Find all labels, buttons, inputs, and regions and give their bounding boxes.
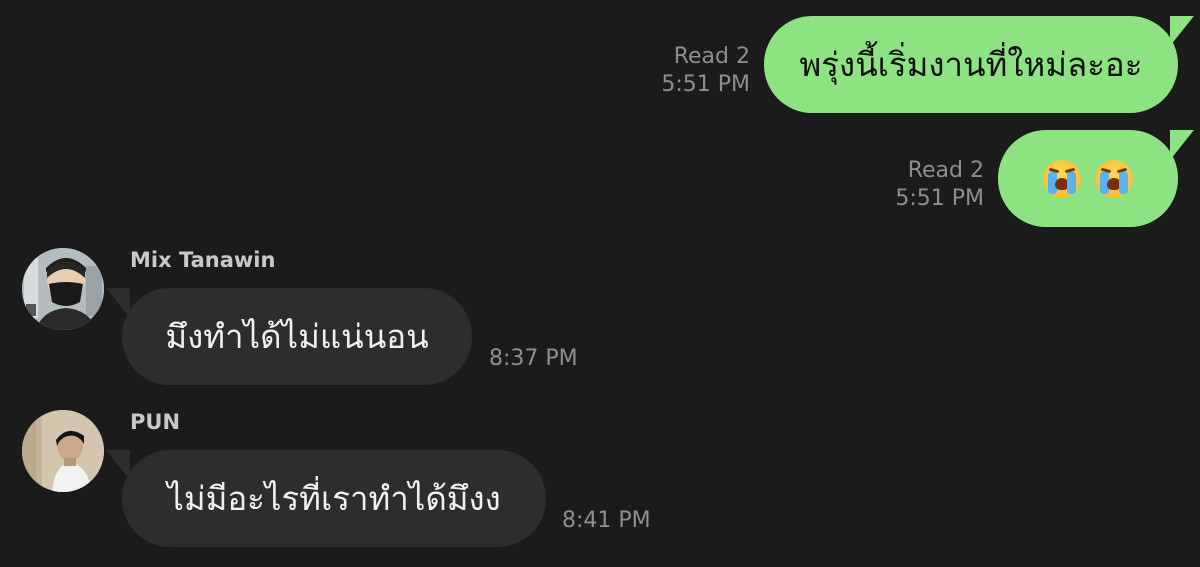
message-text: มึงทำได้ไม่แน่นอน (165, 317, 429, 356)
message-meta: Read 2 5:51 PM (661, 43, 750, 99)
bubble-tail (106, 288, 130, 318)
message-bubble[interactable]: ไม่มีอะไรที่เราทำได้มึงง (106, 450, 546, 547)
sender-name: Mix Tanawin (130, 248, 276, 272)
bubble-tail (106, 450, 130, 480)
sent-message: Read 2 5:51 PM พรุ่งนี้เริ่มงานที่ใหม่ละ… (661, 16, 1194, 113)
received-message: PUN ไม่มีอะไรที่เราทำได้มึงง 8:41 PM (22, 410, 722, 550)
message-text: ไม่มีอะไรที่เราทำได้มึงง (167, 479, 501, 518)
read-status: Read 2 (907, 158, 984, 183)
message-bubble[interactable]: มึงทำได้ไม่แน่นอน (106, 288, 472, 385)
chat-thread: Read 2 5:51 PM พรุ่งนี้เริ่มงานที่ใหม่ละ… (0, 0, 1200, 567)
avatar-image (22, 248, 104, 330)
message-meta: Read 2 5:51 PM (895, 157, 984, 213)
message-time: 8:37 PM (489, 346, 578, 371)
message-time: 5:51 PM (895, 186, 984, 211)
message-bubble[interactable]: พรุ่งนี้เริ่มงานที่ใหม่ละอะ (764, 16, 1194, 113)
message-time: 8:41 PM (562, 508, 651, 533)
received-message: Mix Tanawin มึงทำได้ไม่แน่นอน 8:37 PM (22, 248, 722, 388)
sender-name: PUN (130, 410, 181, 434)
message-time: 5:51 PM (661, 72, 750, 97)
loudly-crying-face-icon (1043, 159, 1081, 198)
avatar[interactable] (22, 248, 104, 330)
loudly-crying-face-icon (1095, 159, 1133, 198)
bubble-tail (1170, 130, 1194, 160)
emoji-group (1043, 159, 1133, 198)
message-text: พรุ่งนี้เริ่มงานที่ใหม่ละอะ (799, 45, 1143, 84)
bubble-tail (1170, 16, 1194, 46)
avatar-image (22, 410, 104, 492)
avatar[interactable] (22, 410, 104, 492)
message-bubble[interactable] (998, 130, 1194, 227)
read-status: Read 2 (673, 44, 750, 69)
sent-message: Read 2 5:51 PM (895, 130, 1194, 227)
